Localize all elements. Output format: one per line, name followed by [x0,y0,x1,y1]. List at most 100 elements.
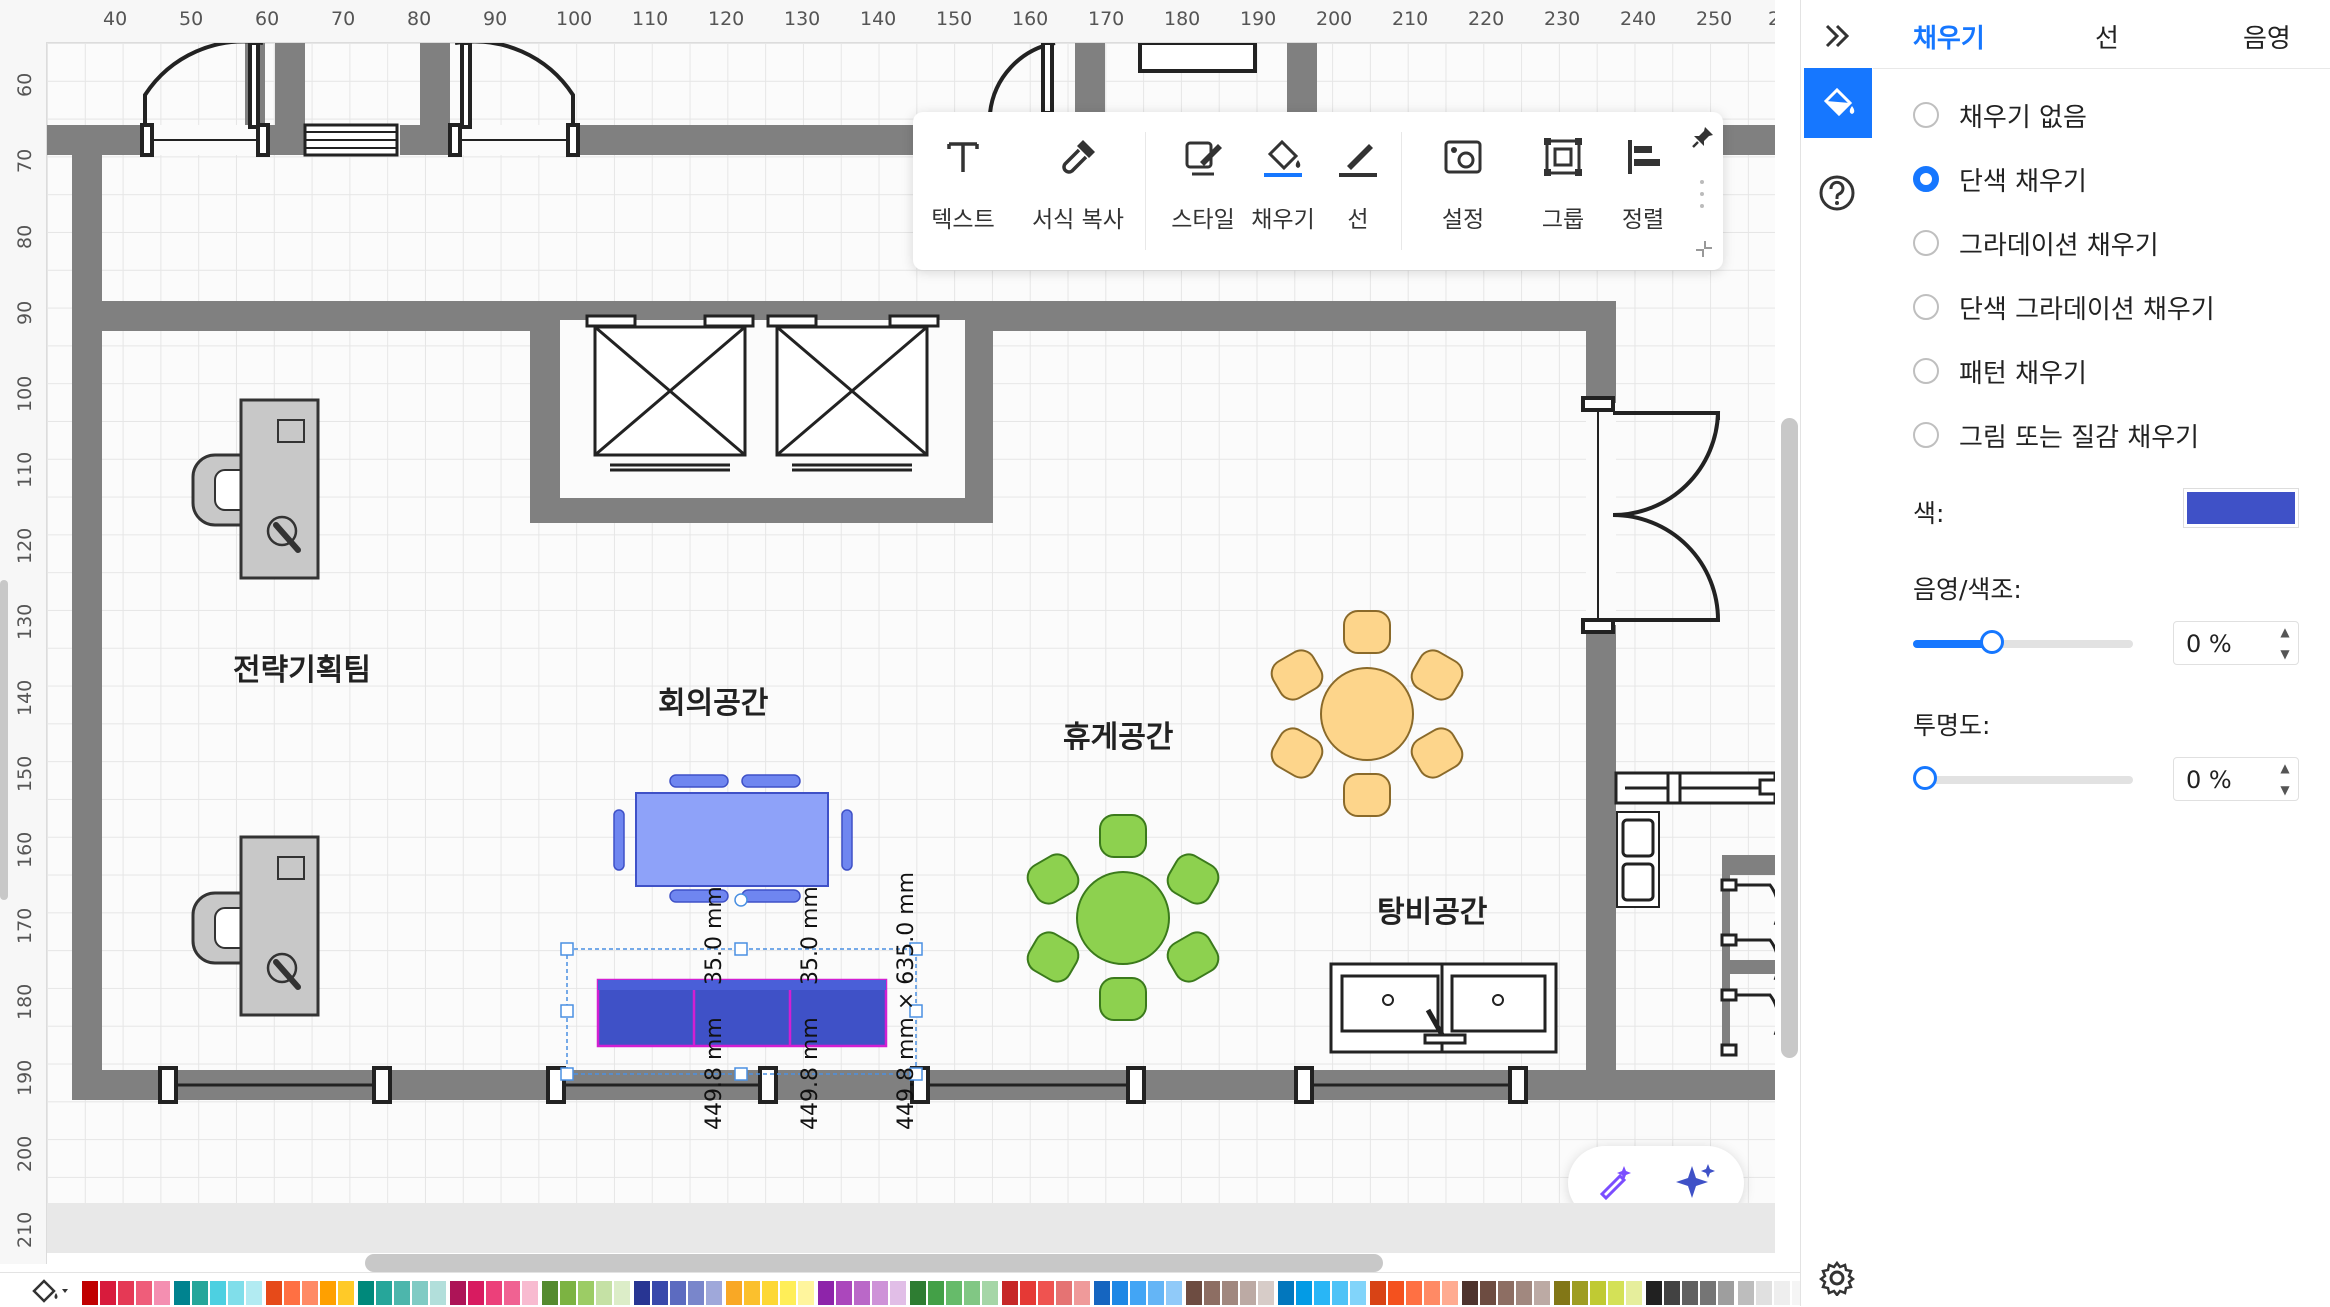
toolbar-style-button[interactable]: 스타일 [1153,112,1253,270]
color-swatch[interactable] [1296,1281,1312,1305]
color-swatch[interactable] [82,1281,98,1305]
color-swatch[interactable] [1056,1281,1072,1305]
color-swatch[interactable] [542,1281,558,1305]
color-swatch[interactable] [688,1281,704,1305]
drawing-canvas[interactable]: 전략기획팀 회의공간 휴게공간 탕비공간 35.0 mm 35.0 mm 449… [47,43,1775,1203]
color-swatch[interactable] [302,1281,318,1305]
color-swatch[interactable] [266,1281,282,1305]
color-swatch[interactable] [744,1281,760,1305]
vertical-scrollbar[interactable] [1781,418,1798,1058]
color-swatch[interactable] [1166,1281,1182,1305]
decrement-arrow-icon[interactable]: ▼ [2278,783,2292,797]
color-swatch[interactable] [450,1281,466,1305]
color-swatch[interactable] [1074,1281,1090,1305]
color-swatch[interactable] [1186,1281,1202,1305]
color-swatch[interactable] [1516,1281,1532,1305]
left-edge-scrollbar[interactable] [0,580,8,900]
color-swatch[interactable] [964,1281,980,1305]
color-swatch[interactable] [652,1281,668,1305]
radio-no-fill[interactable] [1913,102,1939,128]
color-swatch[interactable] [468,1281,484,1305]
color-swatch[interactable] [394,1281,410,1305]
toolbar-fill-button[interactable]: 채우기 [1243,112,1323,270]
radio-pattern-fill[interactable] [1913,358,1939,384]
color-swatch[interactable] [1240,1281,1256,1305]
color-swatch[interactable] [928,1281,944,1305]
help-icon[interactable] [1818,174,1856,212]
tab-line[interactable]: 선 [2095,18,2119,55]
opacity-slider[interactable] [1913,766,2133,790]
color-swatch[interactable] [890,1281,906,1305]
color-swatch[interactable] [1002,1281,1018,1305]
color-swatch[interactable] [726,1281,742,1305]
color-swatch[interactable] [596,1281,612,1305]
increment-arrow-icon[interactable]: ▲ [2278,625,2292,639]
color-swatch[interactable] [1442,1281,1458,1305]
radio-gradient-fill[interactable] [1913,230,1939,256]
radio-solid-fill[interactable] [1913,166,1939,192]
color-swatch[interactable] [836,1281,852,1305]
color-swatch[interactable] [670,1281,686,1305]
tab-shadow[interactable]: 음영 [2243,18,2291,55]
color-swatch[interactable] [1608,1281,1624,1305]
color-swatch[interactable] [1756,1281,1772,1305]
color-swatch[interactable] [1112,1281,1128,1305]
color-swatch[interactable] [1590,1281,1606,1305]
color-swatch[interactable] [174,1281,190,1305]
fill-bucket-icon[interactable] [30,1277,70,1305]
color-swatch[interactable] [412,1281,428,1305]
color-swatch[interactable] [1700,1281,1716,1305]
opacity-input[interactable]: 0 % ▲ ▼ [2173,757,2299,801]
color-swatch[interactable] [1094,1281,1110,1305]
color-swatch[interactable] [430,1281,446,1305]
color-swatch[interactable] [1130,1281,1146,1305]
collapse-corner-icon[interactable] [1693,238,1715,260]
opacity-slider-knob[interactable] [1913,766,1937,790]
color-swatch[interactable] [192,1281,208,1305]
color-swatch[interactable] [1406,1281,1422,1305]
shade-slider[interactable] [1913,630,2133,654]
color-swatch[interactable] [818,1281,834,1305]
color-swatch[interactable] [1554,1281,1570,1305]
toolbar-settings-button[interactable]: 설정 [1413,112,1513,270]
color-swatch[interactable] [1534,1281,1550,1305]
color-swatch[interactable] [910,1281,926,1305]
color-swatch[interactable] [486,1281,502,1305]
radio-solid-gradient-fill[interactable] [1913,294,1939,320]
color-swatch[interactable] [1148,1281,1164,1305]
color-swatch[interactable] [320,1281,336,1305]
color-swatch[interactable] [872,1281,888,1305]
color-swatch[interactable] [1626,1281,1642,1305]
color-swatch[interactable] [1424,1281,1440,1305]
color-swatch[interactable] [798,1281,814,1305]
color-swatch[interactable] [522,1281,538,1305]
horizontal-scrollbar[interactable] [365,1254,1383,1272]
color-swatch[interactable] [1718,1281,1734,1305]
color-swatch[interactable] [1646,1281,1662,1305]
color-swatch[interactable] [1258,1281,1274,1305]
color-swatch[interactable] [780,1281,796,1305]
color-swatch[interactable] [154,1281,170,1305]
color-swatch[interactable] [210,1281,226,1305]
toolbar-format-painter-button[interactable]: 서식 복사 [1013,112,1143,270]
tab-fill[interactable]: 채우기 [1913,18,1985,55]
color-swatch[interactable] [1332,1281,1348,1305]
color-swatch[interactable] [338,1281,354,1305]
color-swatch[interactable] [1682,1281,1698,1305]
color-swatch[interactable] [228,1281,244,1305]
color-swatch[interactable] [706,1281,722,1305]
color-swatch[interactable] [1350,1281,1366,1305]
magic-wand-icon[interactable] [1594,1162,1636,1203]
fill-panel-tab[interactable] [1804,68,1872,138]
color-swatch[interactable] [946,1281,962,1305]
color-swatch[interactable] [1572,1281,1588,1305]
color-swatch[interactable] [1278,1281,1294,1305]
shade-input[interactable]: 0 % ▲ ▼ [2173,621,2299,665]
color-swatch[interactable] [1498,1281,1514,1305]
pin-icon[interactable] [1690,124,1716,150]
gear-icon[interactable] [1819,1260,1855,1296]
color-swatch[interactable] [1370,1281,1386,1305]
color-picker[interactable] [2183,488,2299,528]
color-swatch[interactable] [358,1281,374,1305]
color-swatch[interactable] [1020,1281,1036,1305]
